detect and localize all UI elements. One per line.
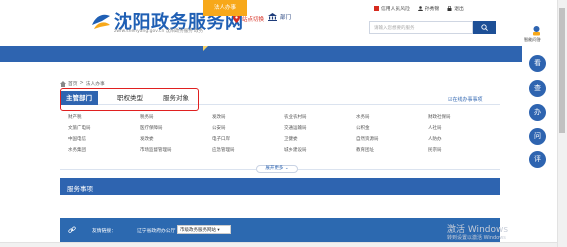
department-item[interactable]: 财产税 xyxy=(68,114,82,120)
department-item[interactable]: 城乡建设局 xyxy=(284,147,307,153)
float-ask-button[interactable]: 问 xyxy=(529,128,546,145)
expand-divider-left xyxy=(60,169,256,170)
expand-more-label: 展开更多 xyxy=(265,166,284,171)
department-item[interactable]: 人社局 xyxy=(428,125,442,131)
search-input[interactable]: 请输入您想要的服务 xyxy=(369,21,473,34)
assistant-label: 智能问答 xyxy=(524,37,541,42)
breadcrumb-separator: > xyxy=(79,81,84,86)
services-header xyxy=(60,178,500,195)
nav-guide[interactable]: 服务指南 xyxy=(263,0,303,16)
site-domain: zwfw.shenyang.gov.cn 沈阳政务服务 政务 xyxy=(114,29,204,34)
department-item[interactable]: 税务局 xyxy=(140,114,154,120)
float-review-button[interactable]: 评 xyxy=(529,151,546,168)
nav-publicity[interactable]: 办件公示 xyxy=(389,0,429,16)
online-matters-link[interactable]: ☑在线办事事项 xyxy=(448,96,483,103)
department-item[interactable]: 医疗保障局 xyxy=(140,125,163,131)
department-item[interactable]: 交通运输局 xyxy=(284,125,307,131)
vertical-scroll-thumb[interactable] xyxy=(559,8,565,133)
lock-icon xyxy=(447,6,452,11)
department-item[interactable]: 人防办 xyxy=(428,136,442,142)
nav-corporate[interactable]: 法人办事 xyxy=(203,0,247,16)
home-icon xyxy=(60,80,66,87)
logout-label: 退出 xyxy=(454,7,464,12)
department-item[interactable]: 财政社保局 xyxy=(428,114,451,120)
department-item[interactable]: 公积金 xyxy=(356,125,370,131)
online-matters-label: 在线办事事项 xyxy=(452,97,483,103)
logout-link[interactable]: 退出 xyxy=(447,5,464,12)
department-item[interactable]: 水务局 xyxy=(356,114,370,120)
friend-links-label: 友情链接： xyxy=(92,229,116,234)
tabs-highlight-frame xyxy=(60,88,199,111)
expand-divider-right xyxy=(298,169,500,170)
search-button[interactable] xyxy=(473,21,496,34)
breadcrumb-home[interactable]: 首页 xyxy=(68,80,78,87)
services-title: 服务事项 xyxy=(67,185,93,193)
float-view-button[interactable]: 看 xyxy=(529,55,546,72)
municipal-sites-value: 市级政务服务网站 xyxy=(180,228,216,233)
department-item[interactable]: 水务集团 xyxy=(68,147,86,153)
department-item[interactable]: 市场监督管理局 xyxy=(140,147,172,153)
department-item[interactable]: 应急管理局 xyxy=(212,147,235,153)
windows-watermark-sub: 转到设置以激活 Windows xyxy=(447,235,506,241)
department-item[interactable]: 文旅广电局 xyxy=(68,125,91,131)
float-query-button[interactable]: 查 xyxy=(529,80,546,97)
nav-personal[interactable]: 个人办事 xyxy=(138,0,178,16)
municipal-sites-select[interactable]: 市级政务服务网站 ▾ xyxy=(177,225,231,234)
search-icon xyxy=(481,24,488,31)
nav-agency-market[interactable]: 中介超市 xyxy=(327,0,361,16)
department-item[interactable]: 民宗局 xyxy=(428,147,442,153)
nav-active-corner xyxy=(203,46,208,51)
department-item[interactable]: 发改委 xyxy=(140,136,154,142)
department-item[interactable]: 卫健委 xyxy=(284,136,298,142)
footer xyxy=(60,218,500,242)
alert-icon xyxy=(374,6,379,11)
nav-home[interactable]: 首页 xyxy=(80,0,114,16)
expand-more-button[interactable]: 展开更多 ⌄ xyxy=(256,165,298,173)
main-nav xyxy=(0,46,567,62)
department-item[interactable]: 自然资源局 xyxy=(356,136,379,142)
department-item[interactable]: 农业农村局 xyxy=(284,114,307,120)
department-item[interactable]: 公安局 xyxy=(212,125,226,131)
department-item[interactable]: 中国电信 xyxy=(68,136,86,142)
department-item[interactable]: 电子口岸 xyxy=(212,136,230,142)
department-item[interactable]: 教育团址 xyxy=(356,147,374,153)
breadcrumb-current: 法人办事 xyxy=(85,82,105,87)
breadcrumb: 首页 > 法人办事 xyxy=(60,80,105,87)
float-handle-button[interactable]: 办 xyxy=(529,104,546,121)
page: 沈阳政务服务网 zwfw.shenyang.gov.cn 沈阳政务服务 政务 站… xyxy=(0,0,567,247)
link-icon xyxy=(68,226,76,233)
horizontal-scrollbar[interactable] xyxy=(0,242,557,247)
friend-link-provincial[interactable]: 辽宁省政府办公厅 xyxy=(137,227,175,234)
assistant-icon[interactable] xyxy=(531,25,542,36)
department-item[interactable]: 发改局 xyxy=(212,114,226,120)
